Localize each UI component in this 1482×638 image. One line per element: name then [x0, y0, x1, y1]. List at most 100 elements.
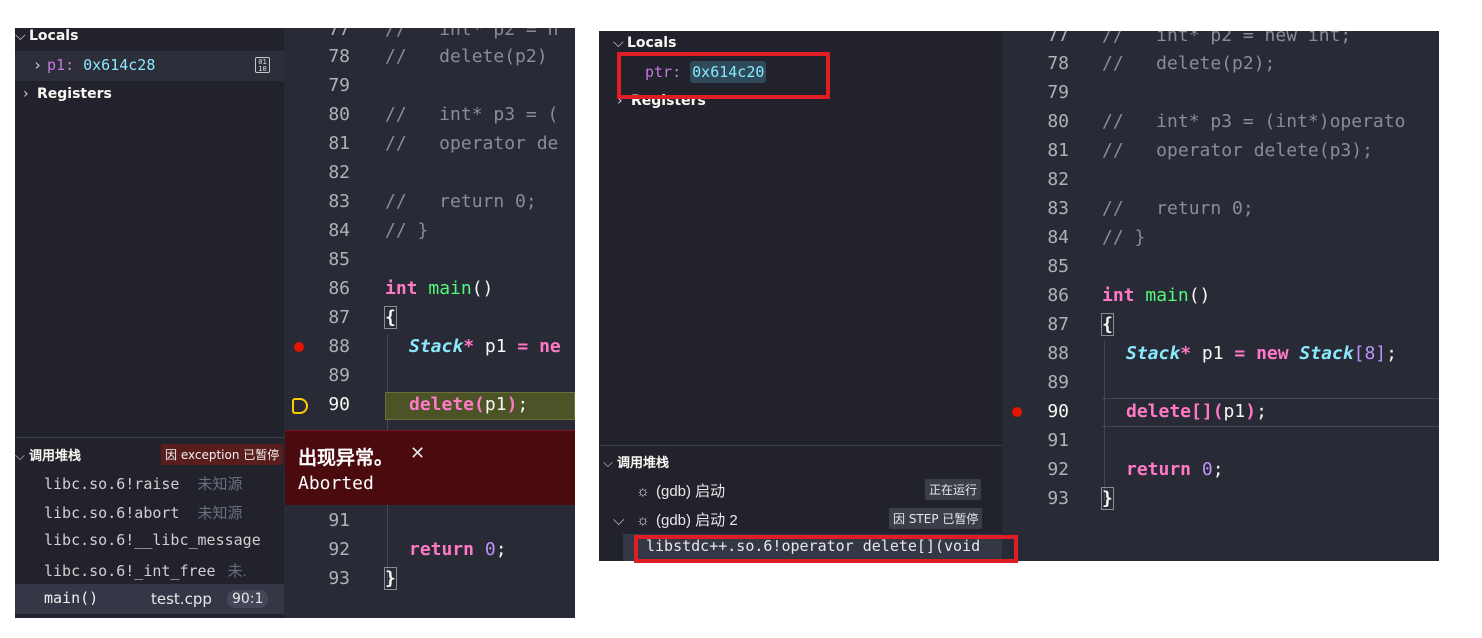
line-number: 92 [328, 539, 350, 560]
locals-header[interactable]: ⌵ Locals [15, 28, 78, 44]
close-icon[interactable]: ✕ [410, 443, 425, 464]
variable-separator: : [65, 56, 75, 74]
stack-frame[interactable]: libc.so.6!abort 未知源 [44, 502, 242, 523]
line-number: 91 [328, 510, 350, 531]
line-number: 83 [328, 191, 350, 212]
function-name: main [1145, 285, 1189, 306]
line-number: 91 [1047, 430, 1069, 451]
paren: ) [1245, 401, 1257, 422]
code-line: int main() [385, 278, 493, 299]
debug-session[interactable]: ☼ (gdb) 启动 [636, 480, 725, 501]
line-number: 86 [328, 278, 350, 299]
line-number: 90 [1047, 401, 1069, 422]
operator: * [463, 336, 475, 357]
type: Stack [409, 336, 464, 357]
line-number: 88 [1047, 343, 1069, 364]
frame-file: test.cpp [151, 590, 212, 608]
callstack-header[interactable]: ⌵ 调用堆栈 [603, 452, 669, 471]
identifier: p1 [474, 336, 518, 357]
chevron-down-icon: ⌵ [613, 35, 624, 51]
code-line: } [384, 567, 397, 590]
bracket: [ [1353, 343, 1365, 364]
code-line: // operator delete(p3); [1102, 140, 1373, 161]
keyword: new [1245, 343, 1300, 364]
line-number: 78 [1047, 53, 1069, 74]
keyword: int [385, 278, 418, 299]
line-number: 87 [1047, 314, 1069, 335]
identifier: p1 [1223, 401, 1246, 422]
code-line: { [1101, 313, 1114, 336]
keyword: return [1126, 459, 1192, 480]
line-number: 89 [1047, 372, 1069, 393]
code-line: // delete(p2) [385, 46, 548, 67]
annotation-box-frame [634, 535, 1018, 563]
code-line: // int* p3 = (int*)operato [1102, 111, 1406, 132]
line-number: 93 [1047, 488, 1069, 509]
stack-frame[interactable]: libc.so.6!__libc_message [44, 531, 261, 549]
variable-row[interactable]: › p1: 0x614c28 [33, 56, 155, 74]
binary-icon[interactable]: 01 10 [255, 57, 270, 73]
semicolon: ; [1212, 459, 1224, 480]
variable-name: p1 [47, 56, 66, 74]
section-divider [15, 437, 284, 438]
line-number: 87 [328, 307, 350, 328]
function-name: delete [409, 394, 475, 415]
line-number: 81 [1047, 140, 1069, 161]
code-line: int main() [1102, 285, 1210, 306]
breakpoint-dot[interactable] [1012, 407, 1022, 417]
line-number: 84 [328, 220, 350, 241]
line-number: 85 [1047, 256, 1069, 277]
chevron-right-icon[interactable]: › [33, 56, 47, 74]
chevron-down-icon: ⌵ [603, 456, 613, 471]
type: Stack [1126, 343, 1181, 364]
bug-icon: ☼ [636, 512, 650, 529]
number: 8 [1364, 343, 1376, 364]
line-number: 84 [1047, 227, 1069, 248]
line-number: 86 [1047, 285, 1069, 306]
function-name: delete[] [1126, 401, 1213, 422]
identifier: p1 [1191, 343, 1235, 364]
exception-message: Aborted [298, 473, 374, 494]
exception-widget: 出现异常。 ✕ Aborted [285, 430, 575, 505]
left-screenshot: 77 // int* p2 = n 78 // delete(p2) 79 80… [15, 28, 575, 618]
line-number: 78 [328, 46, 350, 67]
exception-title: 出现异常。 [298, 447, 394, 469]
session-status-badge: 因 STEP 已暂停 [889, 508, 983, 529]
keyword: return [409, 539, 475, 560]
semicolon: ; [1256, 401, 1267, 422]
function-name: main [428, 278, 472, 299]
brace: { [1101, 313, 1114, 336]
line-number: 93 [328, 568, 350, 589]
stack-frame[interactable]: libc.so.6!raise 未知源 [44, 473, 242, 494]
line-number: 82 [1047, 169, 1069, 190]
code-line: delete(p1); [409, 394, 528, 415]
paren: ( [474, 394, 485, 415]
line-number: 79 [1047, 82, 1069, 103]
operator: = [517, 336, 529, 357]
code-line: // int* p2 = n [385, 28, 559, 40]
section-divider [599, 445, 1002, 446]
type: Stack [1299, 343, 1354, 364]
line-number: 92 [1047, 459, 1069, 480]
paren: () [471, 278, 494, 299]
chevron-down-icon: ⌵ [15, 28, 26, 44]
code-line: // int* p2 = new int; [1102, 31, 1352, 46]
bracket: ] [1375, 343, 1387, 364]
frame-position-badge: 90:1 [227, 590, 269, 608]
stack-frame[interactable]: libc.so.6!_int_free 未. [44, 560, 247, 581]
locals-header[interactable]: ⌵ Locals [613, 35, 676, 51]
chevron-down-icon: ⌵ [15, 449, 25, 464]
line-number: 80 [1047, 111, 1069, 132]
code-line: Stack* p1 = ne [409, 336, 561, 357]
breakpoint-dot[interactable] [294, 342, 304, 352]
line-number: 90 [328, 394, 350, 415]
debug-sidebar: ⌵ Locals ptr: 0x614c20 › Registers ⌵ 调用堆栈 ☼… [599, 31, 1002, 561]
chevron-down-icon[interactable]: ⌵ [613, 512, 636, 529]
frame-function: main() [44, 589, 99, 607]
identifier: p1 [484, 394, 507, 415]
callstack-header[interactable]: ⌵ 调用堆栈 [15, 445, 81, 464]
variable-value: 0x614c28 [83, 56, 156, 74]
registers-header[interactable]: › Registers [23, 86, 112, 102]
debug-session[interactable]: ⌵ ☼ (gdb) 启动 2 [613, 509, 738, 530]
